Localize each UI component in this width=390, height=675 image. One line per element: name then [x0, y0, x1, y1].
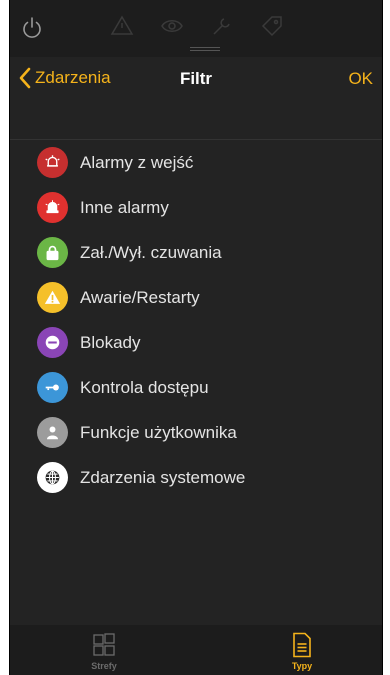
dimmed-icons: [110, 14, 284, 38]
filter-item-label: Alarmy z wejść: [80, 153, 194, 172]
navigation-bar: Zdarzenia Filtr OK: [10, 57, 382, 101]
wrench-icon: [213, 18, 230, 35]
user-icon: [37, 417, 68, 448]
filter-item-input-alarms[interactable]: Alarmy z wejść: [10, 140, 382, 185]
alarm-bell-icon: [37, 192, 68, 223]
filter-item-blocks[interactable]: Blokady: [10, 320, 382, 365]
filter-item-label: Kontrola dostępu: [80, 378, 209, 397]
app-screen: Zdarzenia Filtr OK Alarmy z wejść Inne a: [9, 0, 383, 675]
tab-label: Strefy: [91, 661, 117, 671]
filter-item-label: Awarie/Restarty: [80, 288, 200, 307]
drag-handle[interactable]: [190, 47, 220, 52]
filter-item-arming[interactable]: Zał./Wył. czuwania: [10, 230, 382, 275]
globe-icon: [37, 462, 68, 493]
alarm-bell-outline-icon: [37, 147, 68, 178]
tag-icon: [261, 16, 282, 37]
filter-item-label: Blokady: [80, 333, 141, 352]
tab-zones[interactable]: Strefy: [74, 632, 134, 671]
filter-item-label: Zdarzenia systemowe: [80, 468, 246, 487]
page-title: Filtr: [179, 69, 213, 88]
filter-item-user-functions[interactable]: Funkcje użytkownika: [10, 410, 382, 455]
tab-bar: Strefy Typy: [10, 625, 382, 675]
tab-types[interactable]: Typy: [272, 632, 332, 671]
filter-item-failures[interactable]: Awarie/Restarty: [10, 275, 382, 320]
filter-item-label: Zał./Wył. czuwania: [80, 243, 222, 262]
top-strip: [10, 0, 382, 57]
lock-icon: [37, 237, 68, 268]
power-icon[interactable]: [20, 16, 44, 40]
warning-icon: [37, 282, 68, 313]
ok-button[interactable]: OK: [348, 69, 373, 89]
filter-item-label: Funkcje użytkownika: [80, 423, 237, 442]
tab-label: Typy: [291, 661, 313, 671]
document-icon: [293, 632, 311, 658]
filter-item-label: Inne alarmy: [80, 198, 169, 217]
key-icon: [37, 372, 68, 403]
filter-list: Alarmy z wejść Inne alarmy Zał./Wył. czu…: [10, 139, 382, 500]
grid-icon: [93, 633, 115, 656]
filter-item-other-alarms[interactable]: Inne alarmy: [10, 185, 382, 230]
warning-outline-icon: [110, 15, 134, 35]
block-icon: [37, 327, 68, 358]
filter-item-access-control[interactable]: Kontrola dostępu: [10, 365, 382, 410]
filter-item-system-events[interactable]: Zdarzenia systemowe: [10, 455, 382, 500]
eye-icon: [161, 20, 183, 32]
